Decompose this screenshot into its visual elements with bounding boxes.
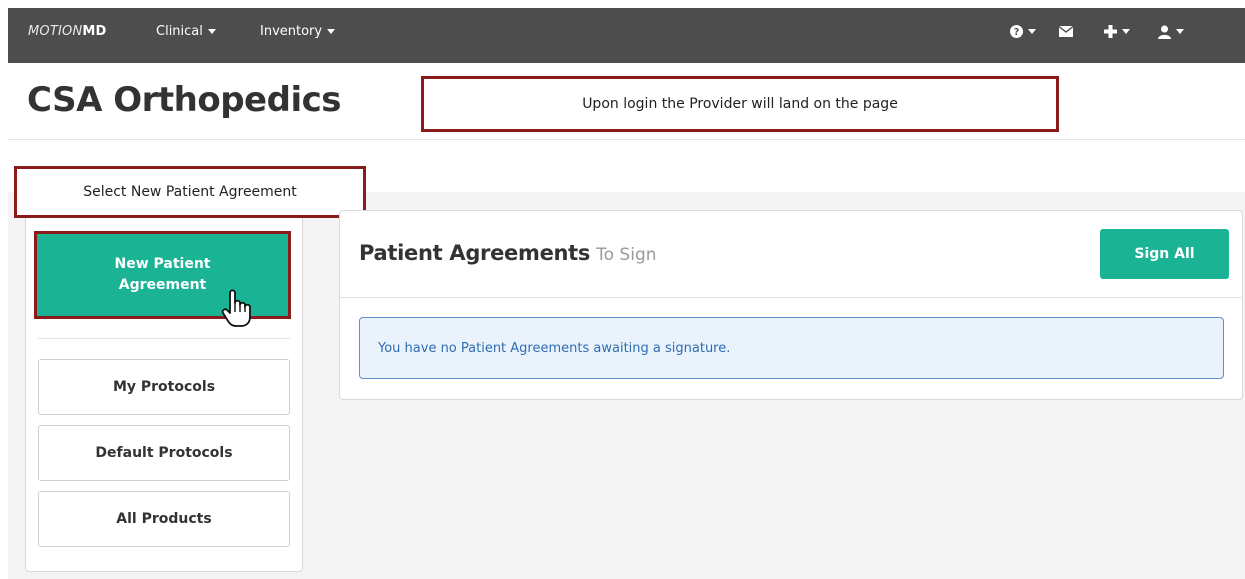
new-patient-agreement-label: New Patient Agreement	[114, 256, 211, 293]
nav-menu-clinical[interactable]: Clinical	[156, 8, 216, 55]
messages-button[interactable]	[1059, 8, 1073, 55]
envelope-icon	[1059, 26, 1073, 37]
chevron-down-icon	[1122, 29, 1130, 34]
chevron-down-icon	[327, 29, 336, 34]
sign-all-button[interactable]: Sign All	[1100, 229, 1229, 279]
add-menu[interactable]	[1104, 8, 1130, 55]
panel-title-text: Patient Agreements	[359, 241, 591, 265]
user-icon	[1158, 25, 1171, 39]
top-navbar: MOTIONMD Clinical Inventory ?	[8, 8, 1245, 63]
brand-logo[interactable]: MOTIONMD	[28, 8, 107, 63]
nav-menu-inventory-label: Inventory	[260, 24, 323, 39]
annotation-callout-select: Select New Patient Agreement	[14, 166, 366, 218]
page-title: CSA Orthopedics	[27, 80, 342, 120]
nav-menu-clinical-label: Clinical	[156, 24, 203, 39]
panel-subtitle: To Sign	[596, 245, 657, 265]
header-divider	[8, 139, 1245, 140]
chevron-down-icon	[1028, 29, 1036, 34]
brand-light-text: MOTION	[28, 24, 83, 39]
empty-state-text: You have no Patient Agreements awaiting …	[378, 340, 731, 356]
panel-header-divider	[340, 297, 1242, 298]
svg-text:?: ?	[1014, 27, 1019, 38]
chevron-down-icon	[1176, 29, 1184, 34]
sign-all-label: Sign All	[1134, 246, 1195, 262]
help-menu[interactable]: ?	[1010, 8, 1036, 55]
plus-icon	[1104, 25, 1117, 38]
my-protocols-label: My Protocols	[112, 379, 216, 395]
default-protocols-label: Default Protocols	[95, 445, 233, 461]
all-products-button[interactable]: All Products	[38, 491, 290, 547]
panel-title: Patient Agreements To Sign	[359, 241, 657, 265]
empty-state-alert: You have no Patient Agreements awaiting …	[359, 317, 1224, 379]
sidebar-divider	[38, 338, 290, 339]
brand-bold-text: MD	[82, 24, 107, 39]
all-products-label: All Products	[116, 511, 212, 527]
hand-pointer-icon	[221, 288, 255, 332]
default-protocols-button[interactable]: Default Protocols	[38, 425, 290, 481]
chevron-down-icon	[207, 29, 216, 34]
nav-menu-inventory[interactable]: Inventory	[260, 8, 336, 55]
annotation-callout-landing: Upon login the Provider will land on the…	[421, 76, 1059, 132]
user-menu[interactable]	[1158, 8, 1184, 55]
help-icon: ?	[1010, 25, 1023, 38]
my-protocols-button[interactable]: My Protocols	[38, 359, 290, 415]
